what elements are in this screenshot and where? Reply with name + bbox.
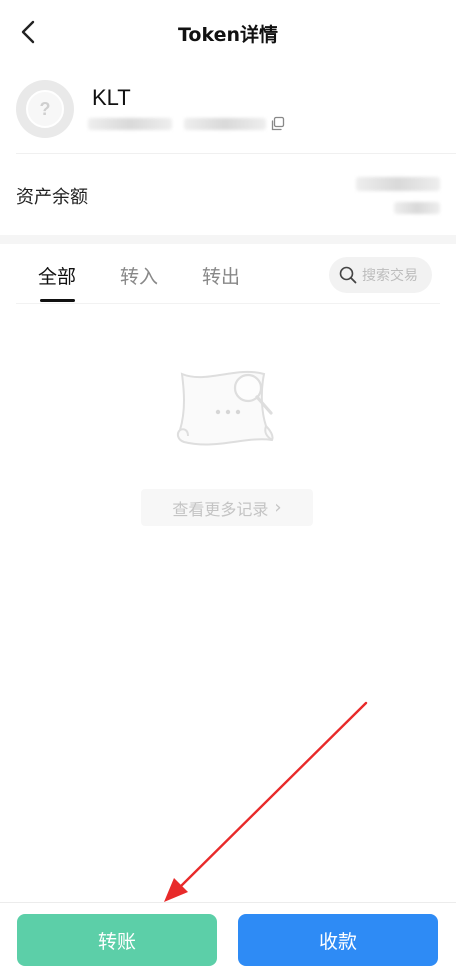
search-input[interactable]: 搜索交易 <box>329 257 432 293</box>
header-bar: Token详情 <box>0 0 456 66</box>
bottom-bar-divider <box>0 902 456 903</box>
balance-label: 资产余额 <box>16 187 88 208</box>
tab-incoming[interactable]: 转入 <box>120 262 158 289</box>
search-placeholder: 搜索交易 <box>362 268 418 284</box>
redacted-contract-address <box>88 118 172 130</box>
search-icon <box>339 266 357 284</box>
section-divider <box>0 235 456 244</box>
redacted-contract-address <box>184 118 266 130</box>
empty-document-search-icon <box>176 370 274 446</box>
transfer-button-label: 转账 <box>97 930 136 953</box>
redacted-balance-amount <box>356 177 440 191</box>
receive-button[interactable]: 收款 <box>238 914 438 966</box>
transfer-button[interactable]: 转账 <box>17 914 217 966</box>
question-mark-icon: ? <box>26 90 64 128</box>
token-avatar: ? <box>16 80 74 138</box>
redacted-balance-value <box>394 202 440 214</box>
token-symbol: KLT <box>92 85 131 110</box>
divider <box>16 303 440 304</box>
page-title: Token详情 <box>177 24 279 46</box>
tab-all[interactable]: 全部 <box>38 262 76 289</box>
active-tab-indicator <box>40 299 75 302</box>
view-more-records-button[interactable]: 查看更多记录 › <box>141 489 313 526</box>
view-more-records-label: 查看更多记录 <box>172 499 269 519</box>
annotation-arrow-icon <box>164 701 368 902</box>
receive-button-label: 收款 <box>318 930 357 953</box>
chevron-right-icon: › <box>274 497 282 518</box>
copy-icon[interactable] <box>270 116 286 132</box>
divider <box>16 153 456 154</box>
tab-outgoing[interactable]: 转出 <box>202 262 240 289</box>
